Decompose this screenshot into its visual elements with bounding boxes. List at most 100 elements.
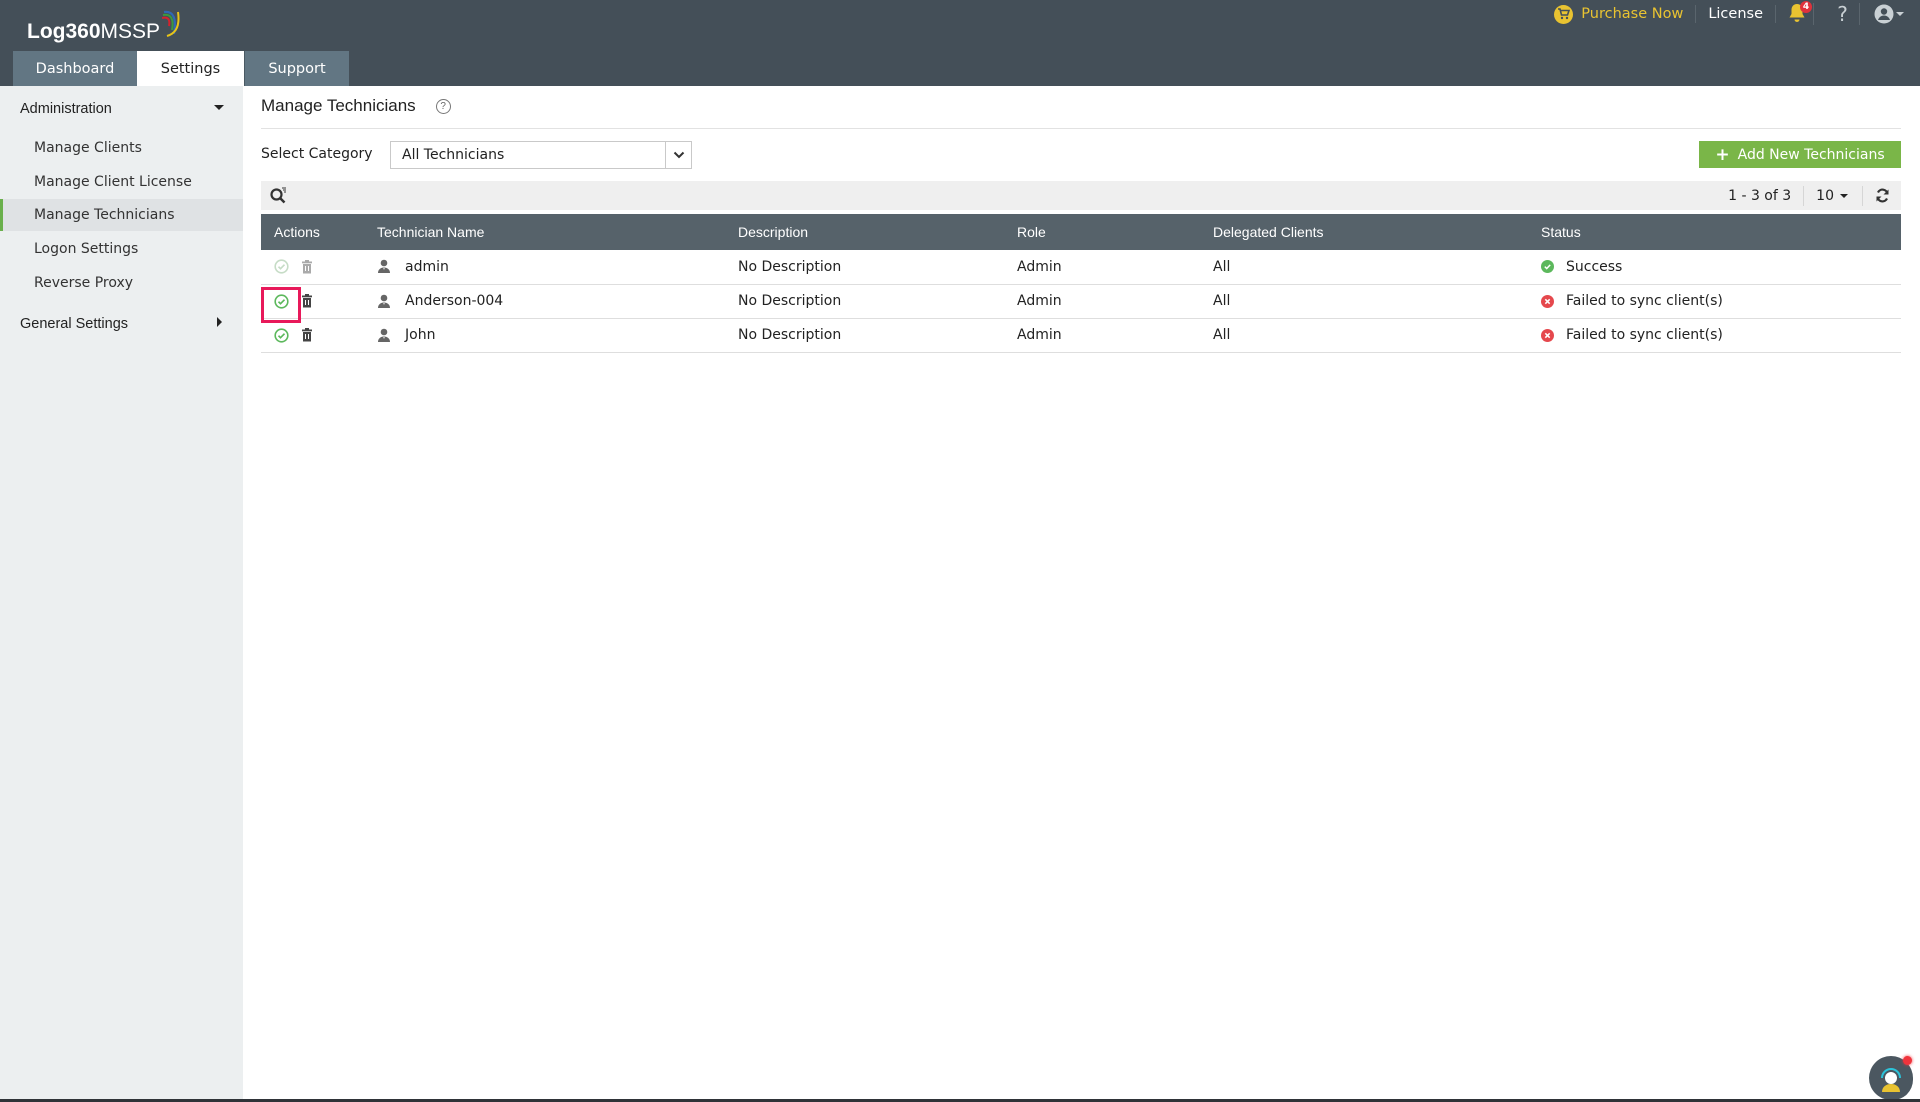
delete-technician-icon[interactable]	[301, 259, 313, 274]
sidebar-item-manage-client-license[interactable]: Manage Client License	[0, 166, 243, 198]
help-icon[interactable]: ?	[435, 98, 451, 114]
table-toolbar: 1 - 3 of 3 10	[261, 181, 1901, 210]
actions-cell	[261, 284, 377, 323]
description-cell: No Description	[738, 250, 1017, 285]
delegated-clients-cell: All	[1213, 318, 1541, 353]
caret-down-icon	[214, 105, 224, 110]
status-cell: Failed to sync client(s)	[1541, 284, 1901, 319]
sidebar-section-administration[interactable]: Administration	[20, 101, 225, 117]
column-header-delegated-clients[interactable]: Delegated Clients	[1213, 214, 1541, 250]
actions-cell	[261, 250, 377, 285]
column-header-actions: Actions	[261, 214, 377, 250]
sidebar-section-general-settings[interactable]: General Settings	[20, 316, 225, 332]
add-button-label: Add New Technicians	[1737, 146, 1885, 163]
app-logo: Log360 MSSP	[27, 10, 182, 44]
enable-technician-icon[interactable]	[274, 327, 289, 343]
tab-settings[interactable]: Settings	[137, 51, 244, 86]
caret-right-icon	[217, 317, 222, 327]
description-cell: No Description	[738, 284, 1017, 319]
status-text: Failed to sync client(s)	[1566, 327, 1723, 343]
error-icon	[1541, 294, 1554, 308]
logo-text-bold: Log360	[27, 20, 101, 43]
user-avatar-icon	[1874, 4, 1894, 24]
user-icon	[378, 294, 390, 308]
rows-per-page-value: 10	[1816, 187, 1834, 204]
table-row: John No Description Admin All Failed to …	[261, 318, 1901, 353]
column-header-role[interactable]: Role	[1017, 214, 1213, 250]
column-header-description[interactable]: Description	[738, 214, 1017, 250]
category-select[interactable]: All Technicians	[390, 141, 692, 169]
enable-technician-icon[interactable]	[274, 259, 289, 274]
delegated-clients-cell: All	[1213, 250, 1541, 285]
sidebar: Administration Manage Clients Manage Cli…	[0, 86, 243, 1102]
role-cell: Admin	[1017, 284, 1213, 319]
column-header-technician-name[interactable]: Technician Name	[377, 214, 738, 250]
purchase-now-link[interactable]: Purchase Now	[1554, 4, 1697, 24]
support-chat-button[interactable]	[1869, 1056, 1913, 1100]
column-header-status[interactable]: Status	[1541, 214, 1901, 250]
user-icon	[378, 328, 390, 342]
cart-icon	[1554, 4, 1574, 24]
role-cell: Admin	[1017, 250, 1213, 285]
status-cell: Failed to sync client(s)	[1541, 318, 1901, 353]
notifications-button[interactable]: 4	[1788, 1, 1814, 25]
table-row: admin No Description Admin All Success	[261, 250, 1901, 285]
plus-icon: +	[1715, 144, 1730, 165]
category-select-value: All Technicians	[402, 147, 505, 163]
error-icon	[1541, 328, 1554, 342]
technician-name-cell: Anderson-004	[377, 284, 738, 319]
status-cell: Success	[1541, 250, 1901, 285]
user-menu[interactable]	[1874, 4, 1906, 24]
refresh-button[interactable]	[1863, 188, 1901, 203]
technician-name[interactable]: John	[405, 327, 435, 343]
technician-name[interactable]: admin	[405, 259, 449, 275]
purchase-now-label: Purchase Now	[1581, 6, 1684, 22]
rows-per-page-select[interactable]: 10	[1804, 185, 1863, 206]
divider	[261, 128, 1901, 129]
sidebar-item-manage-technicians[interactable]: Manage Technicians	[0, 199, 243, 231]
license-link[interactable]: License	[1708, 5, 1776, 23]
table-pagination: 1 - 3 of 3 10	[1716, 181, 1901, 210]
sidebar-item-reverse-proxy[interactable]: Reverse Proxy	[0, 267, 243, 299]
chevron-down-icon	[1896, 12, 1904, 16]
tab-dashboard[interactable]: Dashboard	[13, 51, 137, 86]
technician-name-cell: admin	[377, 250, 738, 285]
refresh-icon	[1875, 188, 1889, 203]
sidebar-section-label: Administration	[20, 101, 112, 117]
search-filter-icon[interactable]	[270, 187, 287, 208]
caret-down-icon	[1840, 193, 1848, 198]
success-icon	[1541, 260, 1554, 274]
role-cell: Admin	[1017, 318, 1213, 353]
highlight-box	[261, 286, 301, 323]
logo-text: MSSP	[100, 20, 161, 43]
technician-name-cell: John	[377, 318, 738, 353]
tab-support[interactable]: Support	[244, 51, 349, 86]
chat-notification-dot	[1903, 1056, 1912, 1065]
sidebar-item-manage-clients[interactable]: Manage Clients	[0, 132, 243, 164]
add-new-technicians-button[interactable]: + Add New Technicians	[1699, 141, 1901, 168]
sidebar-section-label: General Settings	[20, 316, 129, 332]
logo-arc-icon	[162, 10, 180, 37]
status-text: Success	[1566, 258, 1623, 275]
chevron-down-icon	[665, 142, 691, 168]
main-nav-tabs: Dashboard Settings Support	[13, 51, 349, 86]
pagination-info: 1 - 3 of 3	[1716, 185, 1805, 206]
user-icon	[378, 259, 390, 274]
technicians-table: Actions Technician Name Description Role…	[261, 214, 1901, 353]
delete-technician-icon[interactable]	[301, 294, 313, 308]
delete-technician-icon[interactable]	[301, 328, 313, 342]
notification-count-badge: 4	[1800, 1, 1812, 13]
page-title-text: Manage Technicians	[261, 96, 416, 115]
status-text: Failed to sync client(s)	[1566, 293, 1723, 309]
table-row: Anderson-004 No Description Admin All Fa…	[261, 284, 1901, 323]
help-button[interactable]: ?	[1826, 3, 1860, 25]
page-title: Manage Technicians ?	[261, 96, 451, 116]
description-cell: No Description	[738, 318, 1017, 353]
table-header-row: Actions Technician Name Description Role…	[261, 214, 1901, 250]
top-header: Log360 MSSP Dashboard Settings Support P…	[0, 0, 1920, 86]
technician-name[interactable]: Anderson-004	[405, 293, 503, 309]
delegated-clients-cell: All	[1213, 284, 1541, 319]
header-actions: Purchase Now License 4 ?	[1554, 0, 1920, 28]
select-category-label: Select Category	[261, 146, 373, 162]
sidebar-item-logon-settings[interactable]: Logon Settings	[0, 233, 243, 265]
